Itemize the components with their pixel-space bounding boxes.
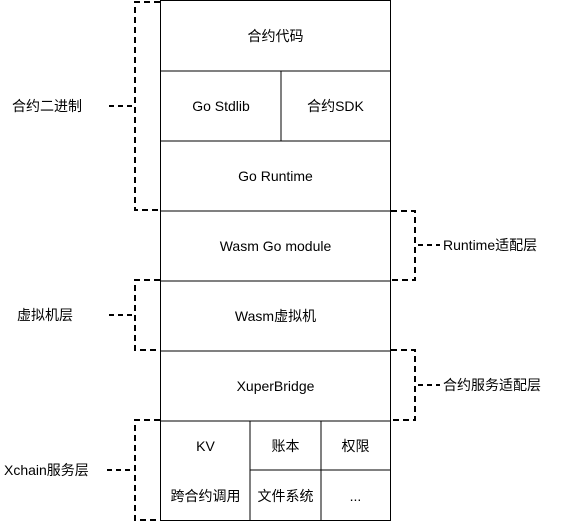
layer-wasm-vm: Wasm虚拟机 bbox=[161, 281, 390, 351]
layer-contract-sdk: 合约SDK bbox=[281, 71, 390, 141]
bracket-contract-binary bbox=[134, 1, 160, 211]
group-label-vm-layer: 虚拟机层 bbox=[17, 307, 73, 323]
bracket-runtime-adapter bbox=[391, 210, 416, 281]
group-label-runtime-adapter: Runtime适配层 bbox=[443, 237, 538, 253]
service-ledger: 账本 bbox=[250, 421, 321, 470]
service-more-label: ... bbox=[349, 487, 362, 504]
service-permission: 权限 bbox=[321, 421, 390, 470]
layer-xuper-bridge: XuperBridge bbox=[161, 351, 390, 421]
architecture-diagram: 合约代码 Go Stdlib 合约SDK Go Runtime Wasm Go … bbox=[0, 0, 571, 522]
bracket-xchain-service bbox=[134, 419, 160, 521]
service-file-system: 文件系统 bbox=[250, 470, 321, 521]
service-kv: KV bbox=[161, 421, 250, 470]
layer-wasm-vm-label: Wasm虚拟机 bbox=[234, 308, 317, 324]
layer-contract-code: 合约代码 bbox=[161, 1, 390, 71]
service-file-system-label: 文件系统 bbox=[257, 487, 314, 504]
layer-contract-sdk-label: 合约SDK bbox=[307, 98, 364, 114]
layer-wasm-go-module-label: Wasm Go module bbox=[219, 238, 332, 254]
service-cross-contract-call-label: 跨合约调用 bbox=[170, 487, 241, 504]
group-label-contract-service-adapter: 合约服务适配层 bbox=[443, 377, 541, 393]
service-more: ... bbox=[321, 470, 390, 521]
service-ledger-label: 账本 bbox=[271, 437, 300, 454]
service-cross-contract-call: 跨合约调用 bbox=[161, 470, 250, 521]
group-label-xchain-service: Xchain服务层 bbox=[4, 462, 89, 478]
layer-xuper-bridge-label: XuperBridge bbox=[236, 378, 315, 394]
bracket-vm-layer bbox=[134, 279, 160, 351]
group-label-contract-binary: 合约二进制 bbox=[12, 98, 82, 114]
layer-wasm-go-module: Wasm Go module bbox=[161, 211, 390, 281]
bracket-contract-service-adapter bbox=[391, 349, 416, 421]
layer-contract-code-label: 合约代码 bbox=[247, 28, 304, 44]
layer-go-runtime: Go Runtime bbox=[161, 141, 390, 211]
service-kv-label: KV bbox=[196, 437, 215, 454]
layer-go-stdlib-label: Go Stdlib bbox=[192, 98, 250, 114]
service-permission-label: 权限 bbox=[341, 437, 370, 454]
layer-go-stdlib: Go Stdlib bbox=[161, 71, 281, 141]
layer-go-runtime-label: Go Runtime bbox=[238, 168, 313, 184]
